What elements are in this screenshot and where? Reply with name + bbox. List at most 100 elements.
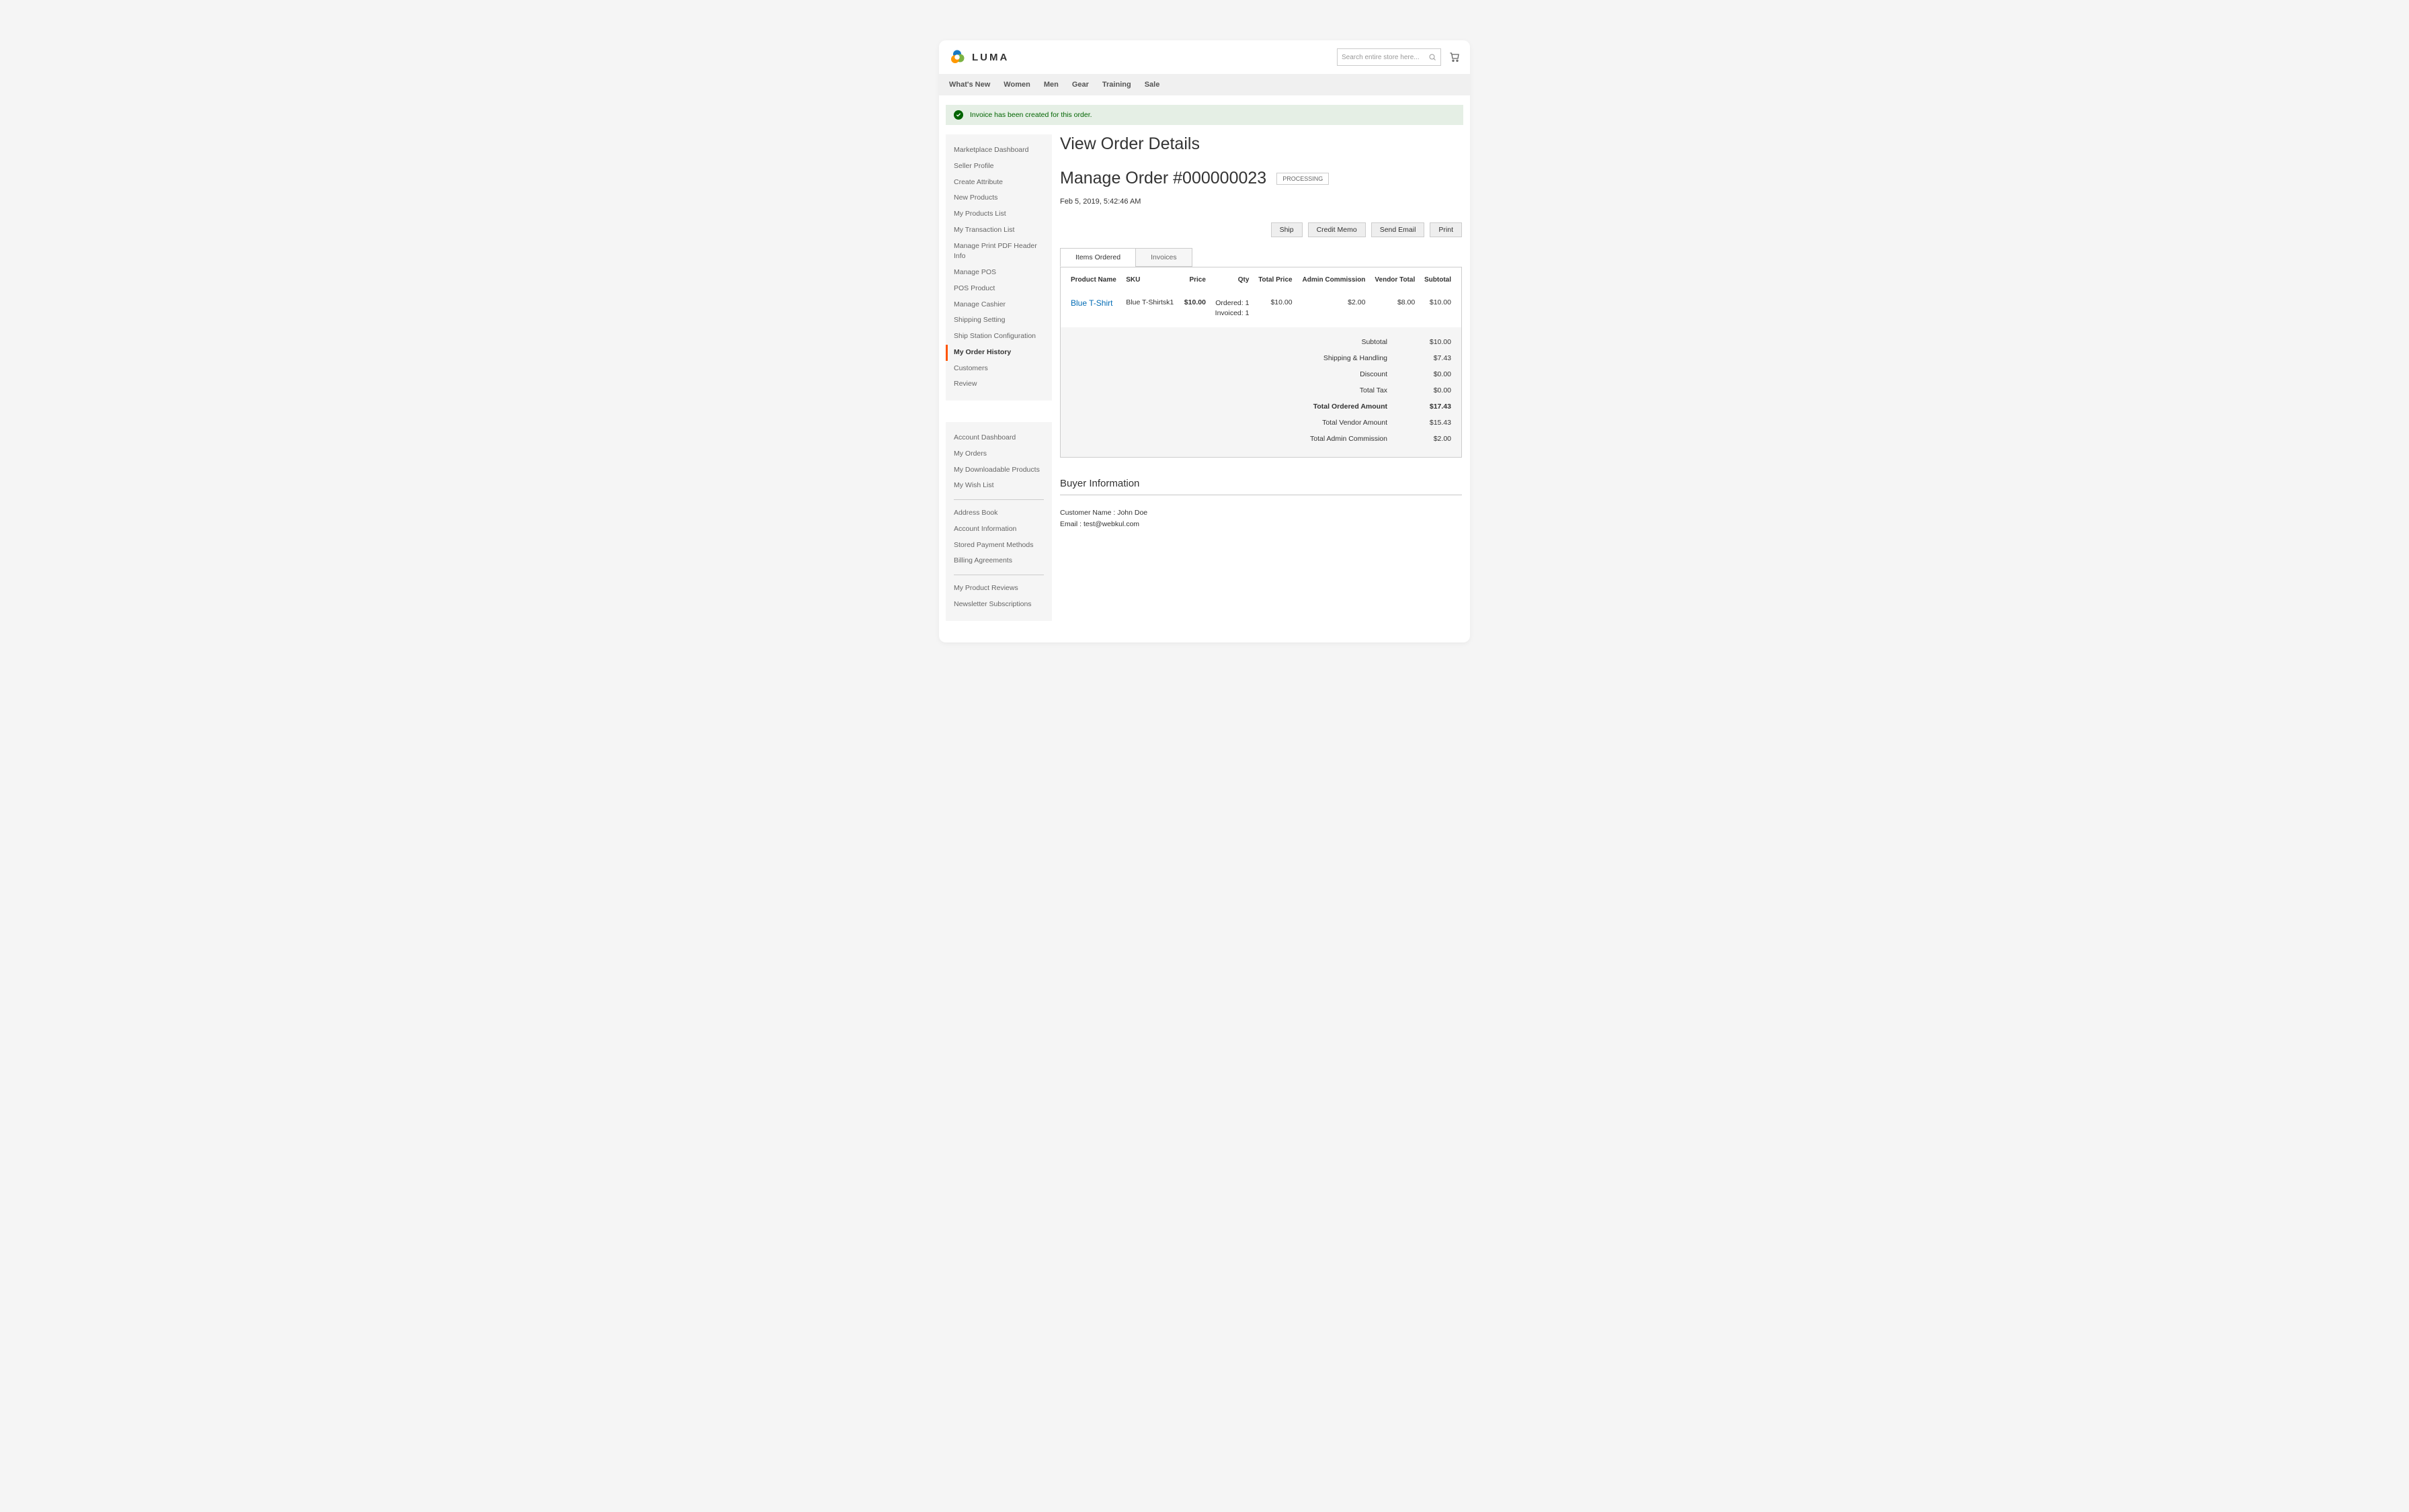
nav-women[interactable]: Women [1004, 81, 1030, 89]
sidebar-item[interactable]: Marketplace Dashboard [946, 142, 1052, 159]
sidebar-item[interactable]: Seller Profile [946, 159, 1052, 175]
buyer-name: Customer Name : John Doe [1060, 507, 1462, 519]
cell-admin-commission: $2.00 [1297, 292, 1370, 327]
check-icon [954, 110, 963, 120]
sidebar-item[interactable]: Create Attribute [946, 175, 1052, 191]
summary-discount-val: $0.00 [1414, 370, 1451, 378]
sidebar-item[interactable]: My Transaction List [946, 222, 1052, 239]
sidebar-item[interactable]: Manage Cashier [946, 297, 1052, 313]
search-box[interactable] [1337, 48, 1441, 66]
summary-subtotal-label: Subtotal [1361, 338, 1387, 346]
success-alert: Invoice has been created for this order. [946, 105, 1463, 125]
ship-button[interactable]: Ship [1271, 222, 1303, 237]
th-admin-commission: Admin Commission [1297, 267, 1370, 292]
cell-total-price: $10.00 [1253, 292, 1296, 327]
th-sku: SKU [1122, 267, 1179, 292]
cart-icon[interactable] [1449, 52, 1460, 62]
sidebar-item[interactable]: My Order History [946, 345, 1052, 361]
nav-training[interactable]: Training [1102, 81, 1131, 89]
alert-text: Invoice has been created for this order. [970, 111, 1092, 119]
sidebar-item[interactable]: Review [946, 376, 1052, 392]
sidebar-item[interactable]: Address Book [946, 505, 1052, 521]
header-right [1337, 48, 1460, 66]
order-panel: Product Name SKU Price Qty Total Price A… [1060, 267, 1462, 458]
sidebar-item[interactable]: Account Information [946, 521, 1052, 538]
summary-tax-label: Total Tax [1360, 386, 1387, 394]
sidebar: Marketplace DashboardSeller ProfileCreat… [946, 134, 1052, 642]
page-title: View Order Details [1060, 134, 1462, 154]
th-total-price: Total Price [1253, 267, 1296, 292]
items-table: Product Name SKU Price Qty Total Price A… [1061, 267, 1461, 327]
sidebar-item[interactable]: My Downloadable Products [946, 462, 1052, 478]
summary-vendor-label: Total Vendor Amount [1322, 419, 1387, 427]
top-nav: What's New Women Men Gear Training Sale [939, 74, 1470, 95]
print-button[interactable]: Print [1430, 222, 1462, 237]
nav-men[interactable]: Men [1044, 81, 1059, 89]
th-qty: Qty [1210, 267, 1254, 292]
status-badge: PROCESSING [1276, 173, 1329, 185]
sidebar-item[interactable]: Shipping Setting [946, 312, 1052, 329]
sidebar-item[interactable]: Ship Station Configuration [946, 329, 1052, 345]
luma-logo-icon [949, 49, 965, 65]
tab-invoices[interactable]: Invoices [1135, 248, 1192, 267]
sidebar-item[interactable]: My Orders [946, 446, 1052, 462]
buyer-info: Customer Name : John Doe Email : test@we… [1060, 507, 1462, 530]
sidebar-item[interactable]: My Wish List [946, 478, 1052, 494]
summary-admin-val: $2.00 [1414, 435, 1451, 443]
buyer-email: Email : test@webkul.com [1060, 519, 1462, 530]
credit-memo-button[interactable]: Credit Memo [1308, 222, 1366, 237]
sidebar-item[interactable]: My Products List [946, 206, 1052, 222]
search-icon [1428, 53, 1436, 61]
sidebar-item[interactable]: Newsletter Subscriptions [946, 597, 1052, 613]
cell-product-name[interactable]: Blue T-Shirt [1061, 292, 1122, 327]
th-product-name: Product Name [1061, 267, 1122, 292]
sidebar-item[interactable]: Manage Print PDF Header Info [946, 239, 1052, 265]
send-email-button[interactable]: Send Email [1371, 222, 1425, 237]
sidebar-item[interactable]: Stored Payment Methods [946, 538, 1052, 554]
sidebar-account: Account DashboardMy OrdersMy Downloadabl… [946, 422, 1052, 621]
cell-sku: Blue T-Shirtsk1 [1122, 292, 1179, 327]
nav-gear[interactable]: Gear [1072, 81, 1089, 89]
cell-subtotal: $10.00 [1419, 292, 1461, 327]
summary-tax-val: $0.00 [1414, 386, 1451, 394]
order-date: Feb 5, 2019, 5:42:46 AM [1060, 198, 1462, 206]
cell-qty: Ordered: 1 Invoiced: 1 [1210, 292, 1254, 327]
sidebar-marketplace: Marketplace DashboardSeller ProfileCreat… [946, 134, 1052, 401]
summary-ordered-label: Total Ordered Amount [1313, 403, 1387, 411]
table-header-row: Product Name SKU Price Qty Total Price A… [1061, 267, 1461, 292]
sidebar-item[interactable]: Account Dashboard [946, 430, 1052, 446]
sidebar-item[interactable]: POS Product [946, 281, 1052, 297]
order-title: Manage Order #000000023 [1060, 169, 1266, 188]
summary-shipping-val: $7.43 [1414, 354, 1451, 362]
order-actions: Ship Credit Memo Send Email Print [1060, 222, 1462, 237]
app-window: LUMA What's New Women Men Gear Training … [939, 40, 1470, 642]
summary-discount-label: Discount [1360, 370, 1387, 378]
sidebar-item[interactable]: Billing Agreements [946, 553, 1052, 569]
main-content: View Order Details Manage Order #0000000… [1060, 134, 1463, 537]
brand-name: LUMA [972, 52, 1009, 63]
cell-vendor-total: $8.00 [1369, 292, 1419, 327]
sidebar-item[interactable]: New Products [946, 190, 1052, 206]
cell-price: $10.00 [1180, 292, 1210, 327]
header: LUMA [939, 40, 1470, 74]
nav-whats-new[interactable]: What's New [949, 81, 990, 89]
th-vendor-total: Vendor Total [1369, 267, 1419, 292]
tab-items-ordered[interactable]: Items Ordered [1060, 248, 1136, 267]
summary-admin-label: Total Admin Commission [1310, 435, 1387, 443]
content: Invoice has been created for this order.… [939, 95, 1470, 642]
th-subtotal: Subtotal [1419, 267, 1461, 292]
sidebar-item[interactable]: My Product Reviews [946, 581, 1052, 597]
search-input[interactable] [1338, 49, 1440, 65]
brand-logo[interactable]: LUMA [949, 49, 1009, 65]
summary-ordered-val: $17.43 [1414, 403, 1451, 411]
nav-sale[interactable]: Sale [1145, 81, 1160, 89]
tabs: Items Ordered Invoices [1060, 248, 1462, 267]
divider [954, 499, 1044, 500]
qty-ordered: Ordered: 1 [1214, 298, 1250, 308]
table-row: Blue T-Shirt Blue T-Shirtsk1 $10.00 Orde… [1061, 292, 1461, 327]
summary-shipping-label: Shipping & Handling [1323, 354, 1387, 362]
sidebar-item[interactable]: Manage POS [946, 265, 1052, 281]
order-summary: Subtotal$10.00 Shipping & Handling$7.43 … [1061, 327, 1461, 457]
buyer-info-title: Buyer Information [1060, 478, 1462, 495]
sidebar-item[interactable]: Customers [946, 361, 1052, 377]
